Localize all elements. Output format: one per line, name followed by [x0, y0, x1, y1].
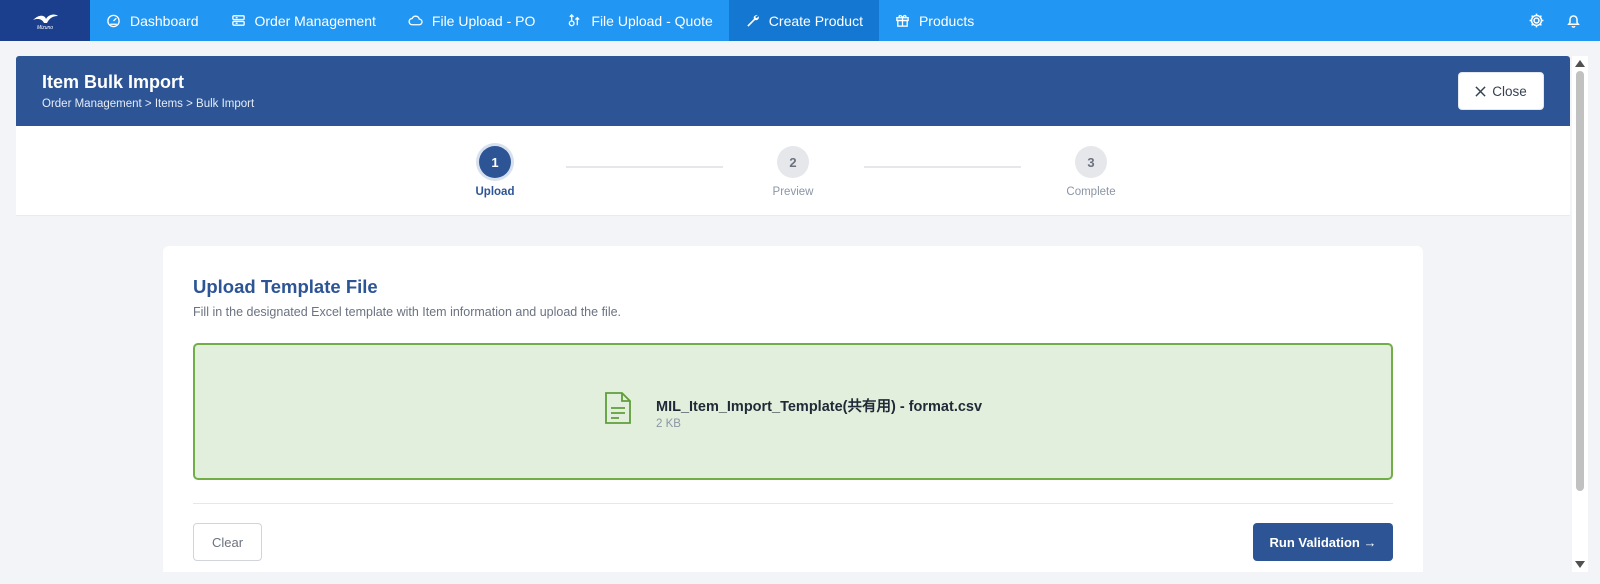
scroll-down-icon[interactable] — [1575, 561, 1585, 568]
nav-file-upload-quote[interactable]: File Upload - Quote — [551, 0, 728, 41]
step-upload: 1 Upload — [455, 146, 535, 198]
step-number: 1 — [479, 146, 511, 178]
wrench-icon — [747, 15, 759, 27]
nav-create-product-label: Create Product — [768, 12, 863, 29]
step-connector — [566, 166, 723, 168]
nav-right-actions — [1528, 0, 1600, 41]
file-name: MIL_Item_Import_Template(共有用) - format.c… — [656, 399, 983, 415]
nav-dashboard[interactable]: Dashboard — [90, 0, 215, 41]
svg-text:Mizuno: Mizuno — [37, 25, 53, 30]
upload-title: Upload Template File — [193, 276, 378, 297]
order-icon — [231, 15, 245, 26]
nav-file-upload-po[interactable]: File Upload - PO — [392, 0, 551, 41]
divider — [193, 503, 1393, 504]
step-label: Preview — [772, 186, 814, 198]
gift-icon — [896, 14, 909, 27]
close-icon — [1475, 85, 1486, 97]
file-dropzone[interactable]: MIL_Item_Import_Template(共有用) - format.c… — [193, 343, 1393, 480]
stepper: 1 Upload 2 Preview 3 Complete — [16, 126, 1570, 216]
nav-file-upload-po-label: File Upload - PO — [431, 12, 536, 29]
top-nav: Mizuno Dashboard Order Management File U… — [0, 0, 1600, 41]
document-icon — [605, 392, 631, 424]
file-size: 2 KB — [656, 418, 681, 430]
close-button-label: Close — [1492, 83, 1527, 99]
nav-file-upload-quote-label: File Upload - Quote — [591, 12, 713, 29]
scrollbar[interactable] — [1572, 56, 1588, 572]
step-complete: 3 Complete — [1051, 146, 1131, 198]
upload-description: Fill in the designated Excel template wi… — [193, 305, 622, 319]
close-button[interactable]: Close — [1458, 72, 1544, 110]
nav-order-management[interactable]: Order Management — [215, 0, 392, 41]
page-title: Item Bulk Import — [42, 72, 185, 92]
gauge-icon — [107, 14, 120, 28]
bell-icon[interactable] — [1565, 12, 1582, 29]
nav-products[interactable]: Products — [879, 0, 990, 41]
scroll-up-icon[interactable] — [1575, 60, 1585, 67]
bulk-import-panel: Item Bulk Import Order Management > Item… — [16, 56, 1570, 572]
scroll-thumb[interactable] — [1576, 71, 1584, 491]
upload-card: Upload Template File Fill in the designa… — [163, 246, 1423, 572]
nav-order-management-label: Order Management — [254, 12, 376, 29]
cloud-icon — [408, 15, 423, 26]
run-validation-button[interactable]: Run Validation → — [1253, 523, 1393, 561]
nav-dashboard-label: Dashboard — [130, 12, 199, 29]
breadcrumb: Order Management > Items > Bulk Import — [42, 98, 255, 110]
nav-products-label: Products — [918, 12, 975, 29]
step-number: 2 — [777, 146, 809, 178]
brand-logo[interactable]: Mizuno — [0, 0, 90, 41]
step-label: Complete — [1066, 186, 1116, 198]
step-number: 3 — [1075, 146, 1107, 178]
clear-button[interactable]: Clear — [193, 523, 262, 561]
step-connector — [864, 166, 1021, 168]
step-label: Upload — [475, 186, 515, 198]
gear-icon[interactable] — [1528, 12, 1545, 29]
panel-header: Item Bulk Import Order Management > Item… — [16, 56, 1570, 126]
step-preview: 2 Preview — [753, 146, 833, 198]
nav-create-product[interactable]: Create Product — [728, 0, 879, 41]
mizuno-logo-icon: Mizuno — [33, 14, 58, 30]
upload-quote-icon — [569, 13, 581, 27]
